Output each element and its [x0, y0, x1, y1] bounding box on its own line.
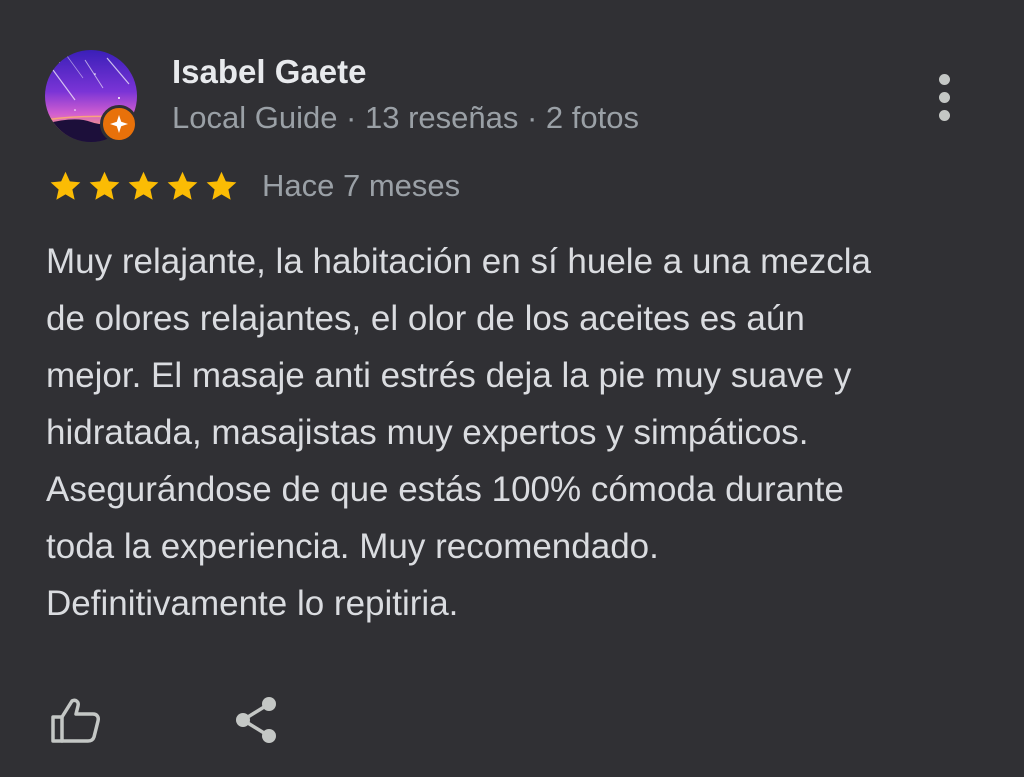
review-card: Isabel Gaete Local Guide · 13 reseñas · … [0, 0, 1024, 777]
star-icon [206, 171, 237, 200]
share-icon [236, 697, 276, 743]
more-dot [938, 91, 950, 103]
author-name[interactable]: Isabel Gaete [172, 52, 366, 92]
more-vert-icon[interactable] [920, 66, 968, 128]
review-text: Muy relajante, la habitación en sí huele… [46, 233, 996, 632]
more-dot [938, 73, 950, 85]
share-button[interactable] [226, 690, 286, 750]
author-meta[interactable]: Local Guide · 13 reseñas · 2 fotos [172, 99, 639, 137]
review-date: Hace 7 meses [262, 168, 461, 203]
review-text-line: hidratada, masajistas muy expertos y sim… [46, 413, 809, 452]
star-rating [46, 168, 241, 204]
review-text-line: Muy relajante, la habitación en sí huele… [46, 242, 871, 281]
avatar[interactable] [45, 50, 138, 143]
local-guide-star-icon [100, 105, 138, 143]
star-icon [167, 171, 198, 200]
more-dot [938, 109, 950, 121]
thumbs-up-icon [51, 698, 100, 743]
review-text-line: Definitivamente lo repitiria. [46, 584, 459, 623]
review-text-line: Asegurándose de que estás 100% cómoda du… [46, 470, 844, 509]
star-icon [89, 171, 120, 200]
review-text-line: toda la experiencia. Muy recomendado. [46, 527, 659, 566]
star-icon [128, 171, 159, 200]
star-icon [50, 171, 81, 200]
like-button[interactable] [45, 690, 105, 750]
review-text-line: mejor. El masaje anti estrés deja la pie… [46, 356, 852, 395]
review-text-line: de olores relajantes, el olor de los ace… [46, 299, 805, 338]
